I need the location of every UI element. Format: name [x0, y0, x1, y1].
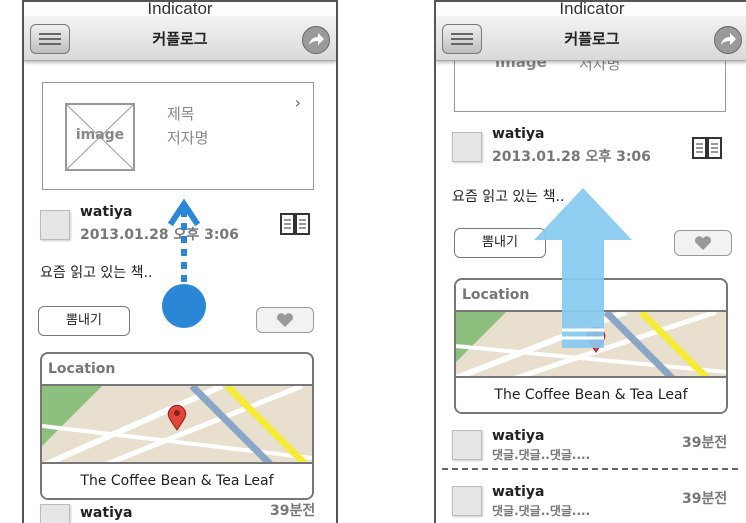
heart-icon: [695, 236, 711, 250]
comment-user[interactable]: watiya: [492, 484, 544, 500]
book-image: image: [65, 103, 135, 171]
post-text: 요즘 읽고 있는 책..: [40, 265, 153, 281]
avatar[interactable]: [40, 210, 70, 240]
chevron-right-icon: ›: [294, 93, 301, 112]
location-place: The Coffee Bean & Tea Leaf: [42, 462, 312, 498]
phone-screen-right: image 저자명 Indicator 커플로그 watiya 2013.01.…: [434, 0, 746, 523]
status-indicator: Indicator: [436, 0, 746, 17]
location-card[interactable]: Location The Coffee Bean & Tea Leaf: [40, 352, 314, 500]
avatar[interactable]: [452, 132, 482, 162]
share-button[interactable]: [714, 26, 742, 54]
share-arrow-icon: [309, 33, 324, 45]
swipe-up-arrow-icon: [534, 188, 632, 348]
swipe-gesture-indicator: [162, 198, 206, 328]
avatar[interactable]: [452, 486, 482, 516]
avatar[interactable]: [40, 504, 70, 523]
nav-title: 커플로그: [564, 30, 620, 48]
book-author: 저자명: [167, 129, 209, 147]
comment-text: 댓글.댓글..댓글....: [492, 504, 591, 518]
comment-time: 39분전: [682, 491, 728, 507]
heart-icon: [277, 313, 293, 327]
location-place: The Coffee Bean & Tea Leaf: [456, 376, 726, 412]
share-arrow-icon: [721, 33, 736, 45]
open-book-icon: [692, 137, 722, 159]
open-book-icon: [280, 213, 310, 235]
nav-bar: 커플로그: [24, 16, 336, 61]
brag-button[interactable]: 뽐내기: [38, 306, 130, 336]
nav-title: 커플로그: [152, 30, 208, 48]
like-button[interactable]: [674, 230, 732, 256]
like-button[interactable]: [256, 307, 314, 333]
book-card[interactable]: image 제목 저자명 ›: [42, 82, 314, 190]
comment-divider: [442, 468, 738, 470]
avatar[interactable]: [452, 430, 482, 460]
status-indicator: Indicator: [24, 0, 336, 17]
comment-user[interactable]: watiya: [492, 428, 544, 444]
book-title: 제목: [167, 105, 195, 123]
post-user[interactable]: watiya: [80, 204, 132, 220]
image-label: image: [75, 127, 125, 143]
phone-screen-left: Indicator 커플로그 image 제목 저자명 › watiya 201…: [22, 0, 338, 523]
comment-text: 댓글.댓글..댓글....: [492, 448, 591, 462]
comment-time: 39분전: [682, 435, 728, 451]
comment-time: 39분전: [270, 503, 316, 519]
post-date: 2013.01.28 오후 3:06: [492, 149, 651, 165]
nav-bar: 커플로그: [436, 16, 746, 61]
share-button[interactable]: [302, 26, 330, 54]
map-image: [42, 386, 312, 466]
comment-user[interactable]: watiya: [80, 505, 132, 521]
location-header: Location: [42, 354, 312, 386]
post-user[interactable]: watiya: [492, 126, 544, 142]
